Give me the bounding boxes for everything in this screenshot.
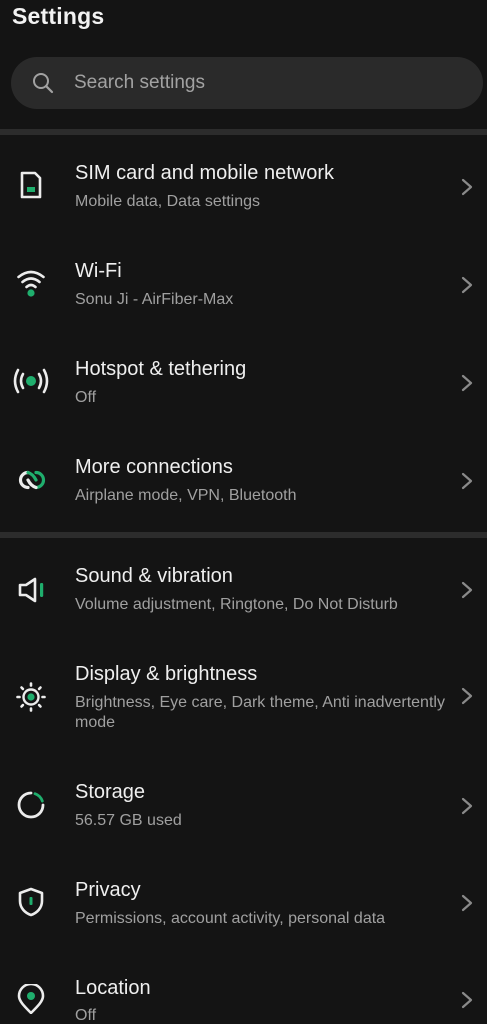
item-title: More connections [75,456,233,478]
brightness-icon [16,682,46,712]
item-subtitle: Volume adjustment, Ringtone, Do Not Dist… [75,596,398,613]
chevron-right-icon [461,894,473,912]
speaker-icon [18,577,44,603]
search-placeholder: Search settings [74,72,205,93]
item-title: Storage [75,781,146,803]
item-subtitle: 56.57 GB used [75,812,182,829]
storage-icon [17,791,45,819]
chevron-right-icon [461,991,473,1009]
settings-item-location[interactable]: Location Off [0,954,487,1024]
settings-item-storage[interactable]: Storage 56.57 GB used [0,758,487,850]
settings-item-more-connections[interactable]: More connections Airplane mode, VPN, Blu… [0,434,487,526]
link-icon [18,470,46,490]
item-subtitle: Off [75,389,97,406]
item-subtitle: Permissions, account activity, personal … [75,910,386,927]
settings-item-privacy[interactable]: Privacy Permissions, account activity, p… [0,856,487,948]
location-pin-icon [17,984,45,1014]
sim-card-icon [20,171,42,199]
item-title: Sound & vibration [75,565,233,587]
page-title: Settings [12,3,105,29]
settings-item-display[interactable]: Display & brightness Brightness, Eye car… [0,640,487,752]
item-subtitle: Sonu Ji - AirFiber-Max [75,291,234,308]
item-subtitle: Airplane mode, VPN, Bluetooth [75,487,297,504]
chevron-right-icon [461,687,473,705]
item-subtitle: Mobile data, Data settings [75,193,260,210]
shield-icon [18,887,44,917]
chevron-right-icon [461,472,473,490]
settings-item-sim[interactable]: SIM card and mobile network Mobile data,… [0,140,487,232]
item-subtitle: Brightness, Eye care, Dark theme, Anti i… [75,694,445,731]
settings-screen: Settings Search settings SIM card and mo… [0,0,487,1024]
chevron-right-icon [461,276,473,294]
chevron-right-icon [461,581,473,599]
section-divider [0,532,487,538]
settings-item-sound[interactable]: Sound & vibration Volume adjustment, Rin… [0,542,487,638]
section-divider [0,129,487,135]
wifi-icon [17,270,45,297]
item-title: Hotspot & tethering [75,358,247,380]
settings-item-hotspot[interactable]: Hotspot & tethering Off [0,336,487,428]
search-bar[interactable]: Search settings [11,57,483,109]
settings-item-wifi[interactable]: Wi-Fi Sonu Ji - AirFiber-Max [0,238,487,330]
chevron-right-icon [461,797,473,815]
hotspot-icon [13,368,49,394]
item-title: Display & brightness [75,663,258,685]
item-title: SIM card and mobile network [75,162,335,184]
search-icon [33,73,54,94]
item-title: Privacy [75,879,141,901]
item-title: Location [75,977,151,999]
chevron-right-icon [461,178,473,196]
chevron-right-icon [461,374,473,392]
item-subtitle: Off [75,1007,97,1024]
item-title: Wi-Fi [75,260,122,282]
